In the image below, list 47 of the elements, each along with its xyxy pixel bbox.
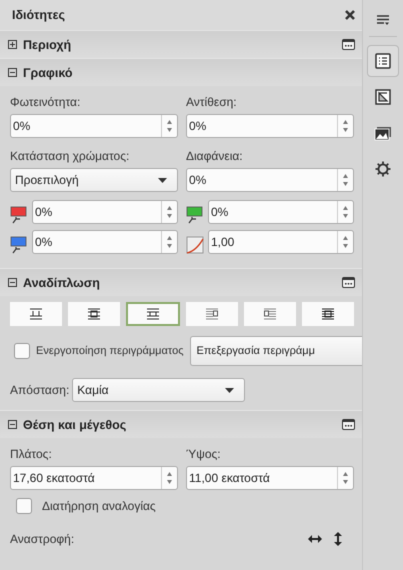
close-icon[interactable] <box>345 10 355 20</box>
wrap-parallel-icon <box>87 308 101 320</box>
more-options-icon[interactable] <box>342 419 355 430</box>
flip-vertical-icon[interactable] <box>334 532 342 546</box>
height-field[interactable]: 11,00 εκατοστά <box>186 466 354 490</box>
collapse-icon[interactable] <box>8 278 17 287</box>
color-channel-field[interactable]: 0% <box>208 200 354 224</box>
field-label: Απόσταση: <box>10 383 70 397</box>
wrap-through-icon <box>321 308 335 320</box>
field-label: Αντίθεση: <box>186 94 238 111</box>
field-label: Κατάσταση χρώματος: <box>10 148 130 165</box>
contour-checkbox[interactable] <box>14 343 30 359</box>
color-channel-field[interactable]: 0% <box>32 230 178 254</box>
edit-contour-button[interactable]: Επεξεργασία περιγράμμ <box>190 336 362 366</box>
field-label: Πλάτος: <box>10 446 53 463</box>
brightness-field[interactable]: 0% <box>10 114 178 138</box>
checkbox-label[interactable]: Ενεργοποίηση περιγράμματος <box>36 345 184 357</box>
wrap-mode-button[interactable] <box>126 302 180 326</box>
wrap-before-icon <box>205 308 219 320</box>
gamma-curve-icon <box>186 236 204 254</box>
field-label: Διαφάνεια: <box>186 148 244 165</box>
menu-icon[interactable] <box>377 15 389 26</box>
color-mode-dropdown[interactable]: Προεπιλογή <box>10 168 178 192</box>
flip-horizontal-icon[interactable] <box>308 535 322 543</box>
properties-icon[interactable] <box>367 45 399 77</box>
panel-title: Ιδιότητες <box>12 8 66 22</box>
more-options-icon[interactable] <box>342 39 355 50</box>
gamma-field[interactable]: 1,00 <box>208 230 354 254</box>
caret-icon <box>158 178 167 182</box>
checkbox-label[interactable]: Διατήρηση αναλογίας <box>42 499 156 513</box>
wrap-optimal-icon <box>146 308 160 320</box>
keep-ratio-checkbox[interactable] <box>16 498 32 514</box>
wrap-after-icon <box>263 308 277 320</box>
transparency-field[interactable]: 0% <box>186 168 354 192</box>
contrast-field[interactable]: 0% <box>186 114 354 138</box>
field-label: Φωτεινότητα: <box>10 94 82 111</box>
width-field[interactable]: 17,60 εκατοστά <box>10 466 178 490</box>
collapse-icon[interactable] <box>8 420 17 429</box>
expand-icon[interactable] <box>8 40 17 49</box>
field-label: Ύψος: <box>186 446 222 463</box>
color-channel-field[interactable]: 0% <box>32 200 178 224</box>
caret-icon <box>225 388 234 392</box>
collapse-icon[interactable] <box>8 68 17 77</box>
more-options-icon[interactable] <box>342 277 355 288</box>
field-label: Αναστροφή: <box>10 532 76 546</box>
spacing-dropdown[interactable]: Καμία <box>72 378 246 402</box>
wrap-none-icon <box>29 308 43 320</box>
